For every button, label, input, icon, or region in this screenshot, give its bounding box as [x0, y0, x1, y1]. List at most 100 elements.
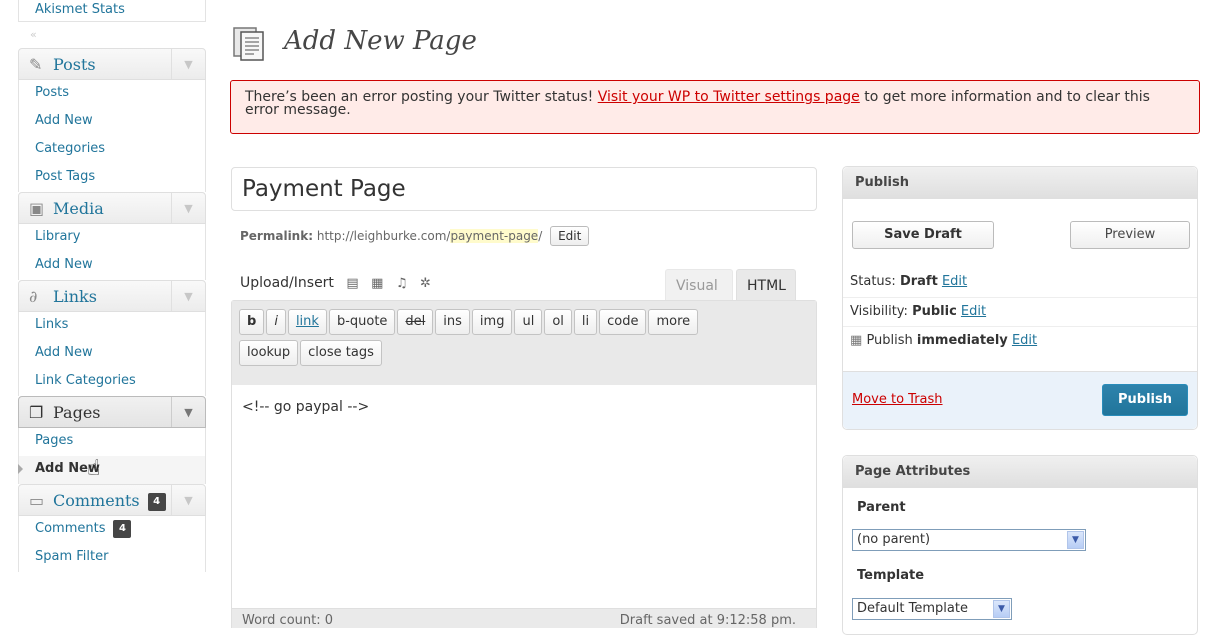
sidebar-item-link-categories[interactable]: Link Categories	[18, 368, 206, 396]
sidebar-item-label: Comments	[35, 521, 106, 536]
permalink-base: http://leighburke.com/	[316, 229, 451, 243]
template-select-value: Default Template	[857, 601, 968, 616]
publish-label: Publish	[866, 333, 917, 348]
hand-cursor-icon: ☝	[87, 456, 101, 481]
status-value: Draft	[899, 274, 938, 289]
content-textarea[interactable]: <!-- go paypal -->	[232, 385, 816, 607]
chevron-down-icon[interactable]: ▼	[171, 281, 205, 311]
sidebar-item-links-add-new[interactable]: Add New	[18, 340, 206, 368]
qt-bold-button[interactable]: b	[239, 309, 265, 335]
sidebar-item-links[interactable]: Links	[18, 312, 206, 340]
sidebar-item-posts-add-new[interactable]: Add New	[18, 108, 206, 136]
template-select[interactable]: Default Template ▼	[852, 598, 1012, 620]
visibility-label: Visibility:	[850, 304, 913, 319]
qt-blockquote-button[interactable]: b-quote	[328, 309, 396, 335]
sidebar-item-posts[interactable]: Posts	[18, 80, 206, 108]
move-to-trash-link[interactable]: Move to Trash	[852, 392, 943, 407]
qt-close-tags-button[interactable]: close tags	[300, 340, 382, 366]
visibility-value: Public	[912, 304, 957, 319]
tab-html[interactable]: HTML	[736, 269, 796, 301]
edit-status-link[interactable]: Edit	[942, 274, 967, 289]
permalink-slug[interactable]: payment-page	[450, 229, 539, 243]
chevron-down-icon[interactable]: ▼	[171, 193, 205, 223]
add-audio-icon[interactable]: ♫	[396, 276, 408, 291]
comments-count-badge: 4	[113, 519, 132, 538]
permalink-label: Permalink:	[240, 229, 314, 243]
add-video-icon[interactable]: ▦	[371, 276, 383, 291]
publish-time-value: immediately	[916, 333, 1008, 348]
menu-posts-label: Posts	[53, 55, 96, 74]
sidebar-item-pages-add-new[interactable]: Add New ☝	[18, 456, 206, 484]
qt-code-button[interactable]: code	[599, 309, 647, 335]
upload-insert-label: Upload/Insert	[240, 275, 334, 291]
add-media-icon[interactable]: ✲	[420, 276, 431, 291]
sidebar-item-pages[interactable]: Pages	[18, 428, 206, 456]
qt-del-button[interactable]: del	[397, 309, 434, 335]
sidebar-item-comments[interactable]: Comments 4	[18, 516, 206, 544]
parent-select[interactable]: (no parent) ▼	[852, 529, 1086, 551]
tab-visual[interactable]: Visual	[665, 269, 733, 301]
sidebar-item-library[interactable]: Library	[18, 224, 206, 252]
save-draft-button[interactable]: Save Draft	[852, 221, 994, 249]
menu-comments-label: Comments	[53, 491, 140, 510]
calendar-icon: ▦	[850, 333, 863, 348]
error-notice: There’s been an error posting your Twitt…	[230, 80, 1200, 134]
chevron-down-icon[interactable]: ▼	[1067, 531, 1084, 549]
publish-box: Publish Save Draft Preview Status: Draft…	[842, 166, 1198, 430]
qt-ul-button[interactable]: ul	[514, 309, 543, 335]
menu-links-header[interactable]: ∂ Links ▼	[18, 280, 206, 312]
status-label: Status:	[850, 274, 900, 289]
pushpin-icon: ✎	[29, 55, 43, 74]
qt-ins-button[interactable]: ins	[435, 309, 470, 335]
sidebar-item-media-add-new[interactable]: Add New	[18, 252, 206, 280]
collapse-menu-icon[interactable]: «	[18, 22, 206, 48]
comments-count-badge: 4	[147, 492, 166, 511]
edit-timestamp-link[interactable]: Edit	[1012, 333, 1037, 348]
admin-sidebar: Akismet Stats « ✎ Posts ▼ Posts Add New C…	[18, 0, 206, 572]
word-count: Word count: 0	[242, 613, 334, 628]
menu-comments-header[interactable]: ▭ Comments 4 ▼	[18, 484, 206, 516]
chevron-down-icon[interactable]: ▼	[171, 485, 205, 515]
edit-visibility-link[interactable]: Edit	[961, 304, 986, 319]
title-input[interactable]: Payment Page	[231, 167, 817, 211]
sidebar-item-akismet-stats[interactable]: Akismet Stats	[18, 0, 206, 22]
sidebar-item-categories[interactable]: Categories	[18, 136, 206, 164]
visibility-row: Visibility: Public Edit	[843, 297, 1197, 325]
page-title: Add New Page	[284, 26, 477, 56]
schedule-row: ▦ Publish immediately Edit	[843, 326, 1197, 354]
autosave-status: Draft saved at 9:12:58 pm.	[619, 613, 796, 628]
template-label: Template	[857, 568, 925, 583]
menu-media-label: Media	[53, 199, 104, 218]
speech-bubble-icon: ▭	[29, 491, 45, 510]
sidebar-item-spam-filter[interactable]: Spam Filter	[18, 544, 206, 572]
qt-italic-button[interactable]: i	[266, 309, 286, 335]
menu-media-header[interactable]: ▣ Media ▼	[18, 192, 206, 224]
edit-permalink-button[interactable]: Edit	[550, 226, 590, 246]
chevron-down-icon[interactable]: ▼	[171, 397, 205, 427]
preview-button[interactable]: Preview	[1070, 221, 1190, 249]
page-attributes-title[interactable]: Page Attributes	[843, 456, 1197, 488]
twitter-settings-link[interactable]: Visit your WP to Twitter settings page	[598, 89, 860, 105]
page-attributes-box: Page Attributes Parent (no parent) ▼ Tem…	[842, 455, 1198, 635]
parent-select-value: (no parent)	[857, 532, 931, 547]
qt-ol-button[interactable]: ol	[544, 309, 572, 335]
menu-links-label: Links	[53, 287, 97, 306]
quicktags-toolbar: b i link b-quote del ins img ul ol li code more loo…	[232, 301, 816, 385]
publish-button[interactable]: Publish	[1102, 384, 1188, 416]
qt-link-button[interactable]: link	[287, 309, 327, 335]
chevron-down-icon[interactable]: ▼	[171, 49, 205, 79]
status-row: Status: Draft Edit	[843, 268, 1197, 296]
qt-img-button[interactable]: img	[471, 309, 513, 335]
menu-pages-header[interactable]: ❐ Pages ▼	[18, 396, 206, 428]
sidebar-item-post-tags[interactable]: Post Tags	[18, 164, 206, 192]
qt-li-button[interactable]: li	[573, 309, 598, 335]
publish-box-title[interactable]: Publish	[843, 167, 1197, 199]
chevron-down-icon[interactable]: ▼	[993, 600, 1010, 618]
menu-posts-header[interactable]: ✎ Posts ▼	[18, 48, 206, 80]
paperclip-icon: ∂	[29, 287, 38, 306]
page-document-icon	[233, 27, 264, 61]
qt-more-button[interactable]: more	[648, 309, 699, 335]
qt-lookup-button[interactable]: lookup	[239, 340, 299, 366]
add-image-icon[interactable]: ▤	[346, 276, 358, 291]
media-icon: ▣	[29, 199, 45, 218]
